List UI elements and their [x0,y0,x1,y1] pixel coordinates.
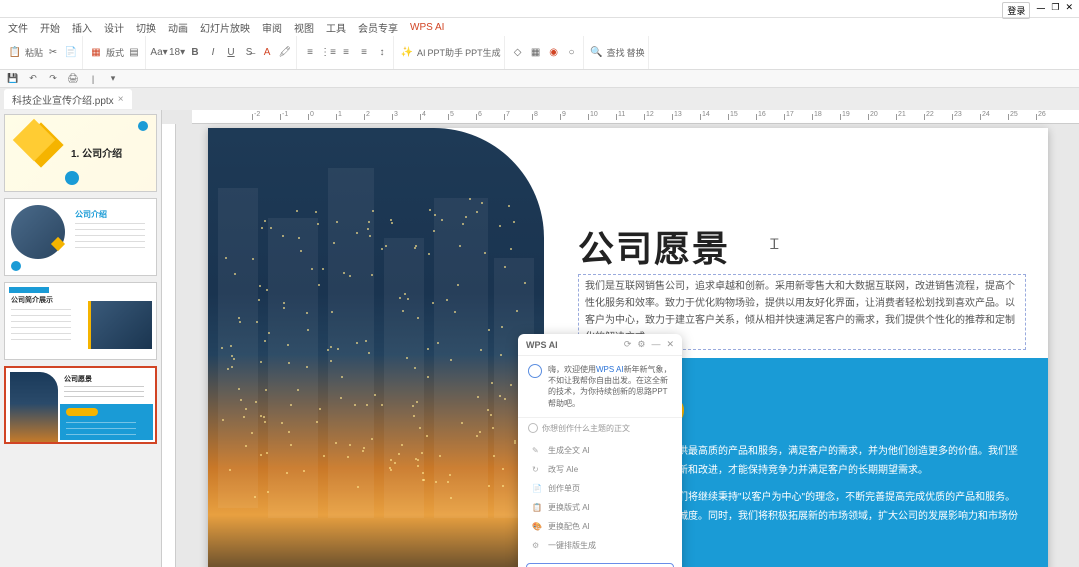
ai-opt-生成全文 AI[interactable]: ✎生成全文 AI [518,441,682,460]
ai-opt-更换版式 AI[interactable]: 📋更换版式 AI [518,498,682,517]
align-center-icon[interactable]: ≡ [356,45,372,61]
slide-thumb-4[interactable]: 公司愿景 [4,366,157,444]
font-dropdown[interactable]: Aa▾ [151,45,167,61]
slide-photo [208,128,544,567]
strike-icon[interactable]: S̶ [241,45,257,61]
ai-opt-icon: 📄 [532,484,542,493]
find-label: 查找 [607,46,625,59]
slide-thumbnails-panel: 1. 公司介绍 公司介绍 公司简介展示 公司愿景 [0,110,162,567]
ai-opt-更换配色 AI[interactable]: 🎨更换配色 AI [518,517,682,536]
menu-视图[interactable]: 视图 [294,20,314,35]
login-button[interactable]: 登录 [1002,2,1030,19]
restore-icon[interactable]: ❐ [1051,2,1059,19]
menu-审阅[interactable]: 审阅 [262,20,282,35]
line-spacing-icon[interactable]: ↕ [374,45,390,61]
find-icon[interactable]: 🔍 [589,45,605,61]
underline-icon[interactable]: U [223,45,239,61]
ai-opt-一键排版生成[interactable]: ⚙一键排版生成 [518,536,682,555]
slide-title[interactable]: 公司愿景 [578,220,730,272]
section-icon[interactable]: ▤ [126,45,142,61]
ai-minimize-icon[interactable]: — [651,339,660,350]
wps-ai-panel: WPS AI ⟳ ⚙ — ✕ 嗨，欢迎使用WPS AI新年新气象，不如让我帮你自… [518,334,682,567]
slide-editor[interactable]: 公司愿景 Ꮖ 我们是互联网销售公司，追求卓越和创新。采用新零售大和大数据互联网，… [208,128,1048,567]
ai-opt-icon: ✎ [532,446,542,455]
fill-icon[interactable]: ◉ [546,45,562,61]
ribbon: 📋 粘贴 ✂ 📄 ▦ 版式 ▤ Aa▾ 18▾ B I U S̶ A 🖍 ≡ ⋮… [0,36,1079,70]
close-tab-icon[interactable]: × [118,94,124,105]
menu-文件[interactable]: 文件 [8,20,28,35]
menu-动画[interactable]: 动画 [168,20,188,35]
document-tab[interactable]: 科技企业宣传介绍.pptx × [4,89,132,109]
slide-canvas: -2-1012345678910111213141516171819202122… [162,110,1079,567]
slide-thumb-2[interactable]: 公司介绍 [4,198,157,276]
arrange-icon[interactable]: ▦ [528,45,544,61]
ai-panel-title: WPS AI [526,340,558,350]
quick-access-toolbar: 💾 ↶ ↷ 🖨 | ▾ [0,70,1079,88]
menu-工具[interactable]: 工具 [326,20,346,35]
thumb4-title: 公司愿景 [64,374,92,384]
vertical-ruler [162,124,176,567]
ai-refresh-icon[interactable]: ⟳ [624,339,632,350]
ai-input-field[interactable]: AI生成全文 [526,563,674,567]
ai-hint-icon [528,423,538,433]
close-window-icon[interactable]: ✕ [1065,2,1073,19]
font-color-icon[interactable]: A [259,45,275,61]
ai-label: AI [417,48,426,58]
italic-icon[interactable]: I [205,45,221,61]
menu-设计[interactable]: 设计 [104,20,124,35]
doc-tab-label: 科技企业宣传介绍.pptx [12,92,114,107]
thumb3-title: 公司简介展示 [11,295,53,305]
save-icon[interactable]: 💾 [6,72,20,86]
ai-opt-icon: ⚙ [532,541,542,550]
horizontal-ruler: -2-1012345678910111213141516171819202122… [192,110,1079,124]
ai-close-icon[interactable]: ✕ [666,339,674,350]
slide-thumb-1[interactable]: 1. 公司介绍 [4,114,157,192]
ai-greeting: 嗨，欢迎使用WPS AI新年新气象，不如让我帮你自由出发。在这全新的技术，为你持… [548,364,672,409]
thumb2-title: 公司介绍 [75,209,107,220]
numbering-icon[interactable]: ⋮≡ [320,45,336,61]
document-tabbar: 科技企业宣传介绍.pptx × [0,88,1079,110]
ai-opt-icon: 📋 [532,503,542,512]
minimize-icon[interactable]: 一 [1036,2,1045,19]
bullets-icon[interactable]: ≡ [302,45,318,61]
bold-icon[interactable]: B [187,45,203,61]
layout-label[interactable]: 版式 [106,46,124,59]
text-cursor-icon: Ꮖ [770,236,779,253]
ai-settings-icon[interactable]: ⚙ [637,339,645,350]
font-size[interactable]: 18▾ [169,45,185,61]
menu-WPS AI[interactable]: WPS AI [410,22,444,33]
copy-icon[interactable]: 📄 [63,45,79,61]
shapes-icon[interactable]: ◇ [510,45,526,61]
print-icon[interactable]: 🖨 [66,72,80,86]
ai-prompt-hint: 你想创作什么主题的正文 [518,417,682,439]
slide-thumb-3[interactable]: 公司简介展示 [4,282,157,360]
ai-opt-icon: ↻ [532,465,542,474]
ppt-gen-label[interactable]: PPT生成 [465,46,501,59]
ai-opt-创作单页[interactable]: 📄创作单页 [518,479,682,498]
thumb1-title: 1. 公司介绍 [71,145,122,160]
align-left-icon[interactable]: ≡ [338,45,354,61]
qat-sep: | [86,72,100,86]
paste-label: 粘贴 [25,46,43,59]
ai-opt-改写 AIe[interactable]: ↻改写 AIe [518,460,682,479]
menu-开始[interactable]: 开始 [40,20,60,35]
redo-icon[interactable]: ↷ [46,72,60,86]
cut-icon[interactable]: ✂ [45,45,61,61]
undo-icon[interactable]: ↶ [26,72,40,86]
ai-beauty-icon[interactable]: ✨ [399,45,415,61]
outline-icon[interactable]: ○ [564,45,580,61]
new-slide-icon[interactable]: ▦ [88,45,104,61]
replace-label[interactable]: 替换 [627,46,645,59]
ai-avatar-icon [528,364,542,378]
ppt-help-label[interactable]: PPT助手 [428,46,464,59]
menu-插入[interactable]: 插入 [72,20,92,35]
menu-切换[interactable]: 切换 [136,20,156,35]
highlight-icon[interactable]: 🖍 [277,45,293,61]
ai-opt-icon: 🎨 [532,522,542,531]
paste-icon[interactable]: 📋 [7,45,23,61]
menu-幻灯片放映[interactable]: 幻灯片放映 [200,20,250,35]
qat-more[interactable]: ▾ [106,72,120,86]
menu-会员专享[interactable]: 会员专享 [358,20,398,35]
